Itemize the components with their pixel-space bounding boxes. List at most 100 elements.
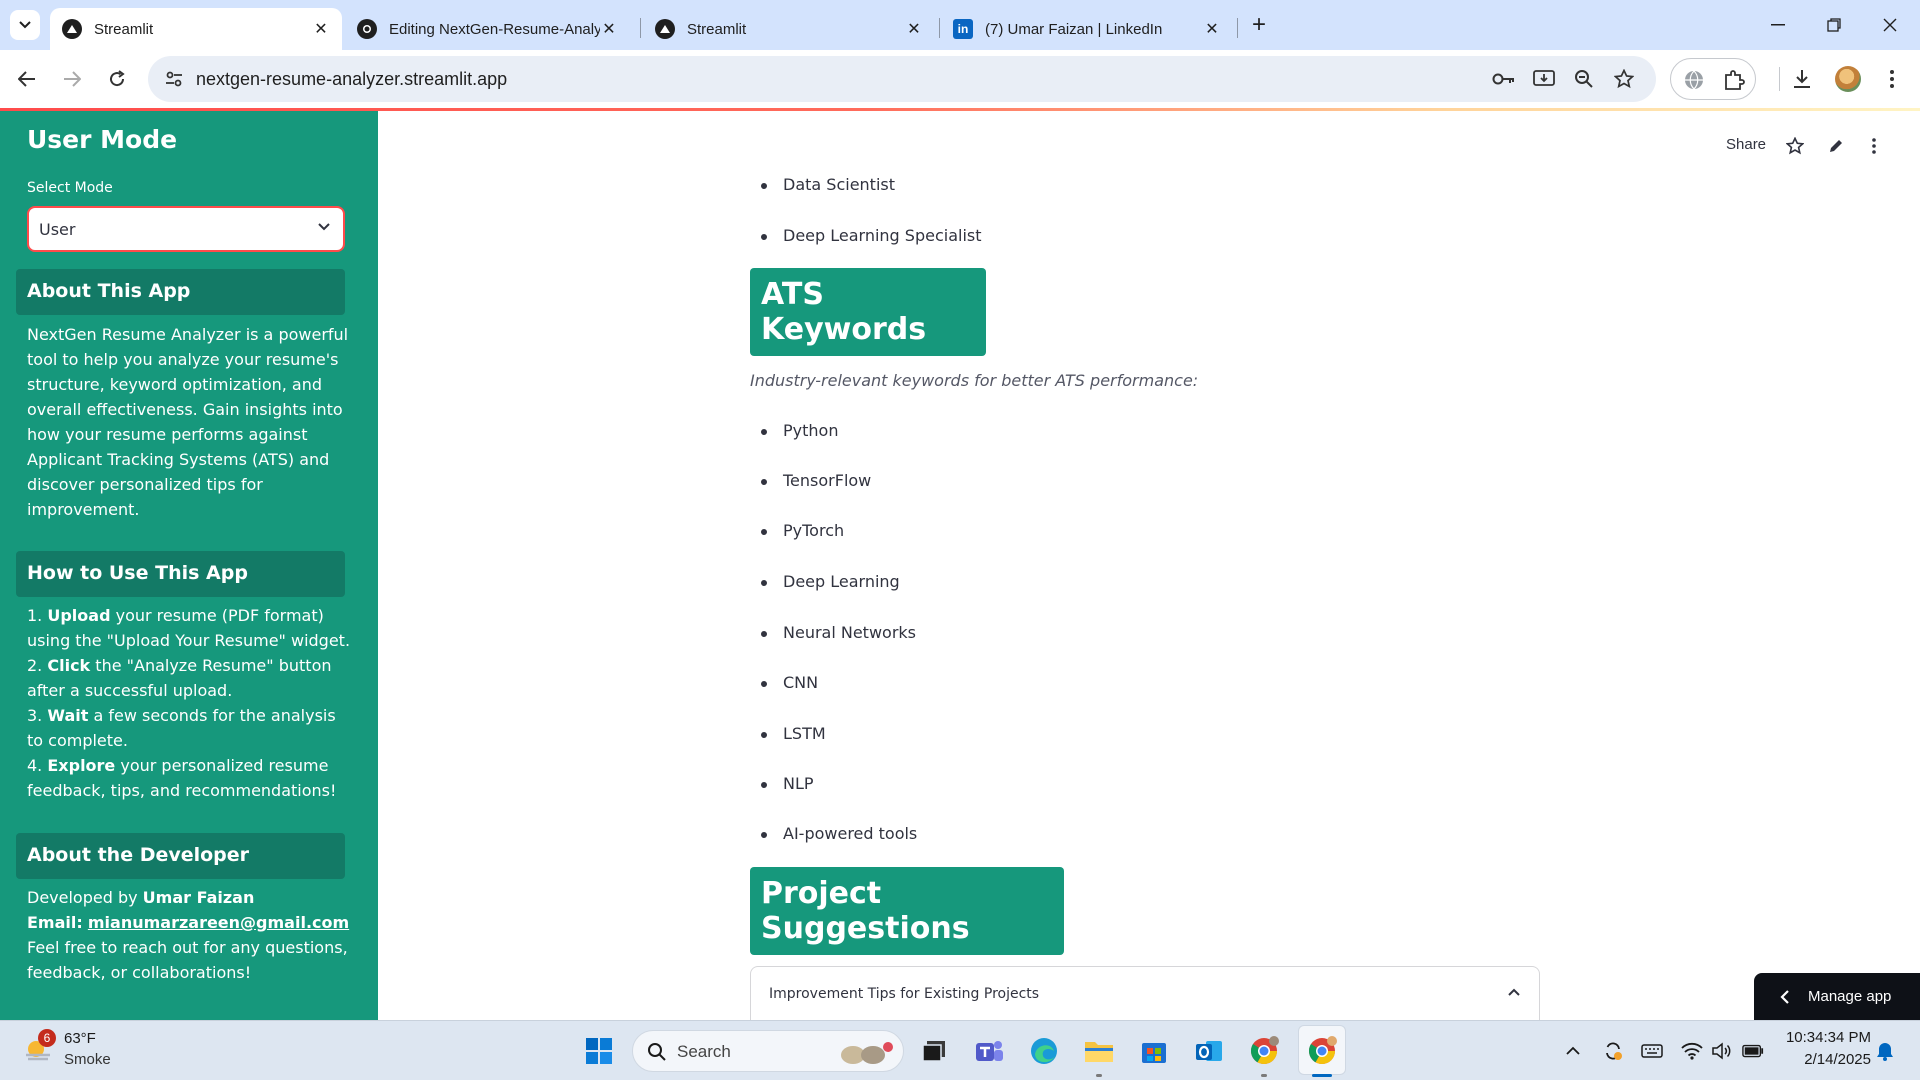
weather-temperature: 63°F [64,1030,96,1047]
how-to-use-heading: How to Use This App [16,551,345,597]
list-item: Data Scientist [761,175,895,194]
tab-close-icon[interactable]: ✕ [312,19,330,39]
sidebar: User Mode Select Mode User About This Ap… [0,111,378,1020]
about-app-text: NextGen Resume Analyzer is a powerful to… [27,325,349,519]
app-menu-kebab-icon[interactable] [1872,138,1876,158]
clock-date[interactable]: 2/14/2025 [1783,1051,1871,1068]
tab-separator [1237,18,1238,38]
developer-note: Feel free to reach out for any questions… [27,938,348,982]
chevron-left-icon [1780,989,1789,1004]
browser-tabstrip: Streamlit ✕ Editing NextGen-Resume-Analy… [0,0,1920,50]
select-mode-label: Select Mode [27,180,113,196]
restore-icon[interactable] [1806,8,1862,42]
outlook-icon[interactable] [1193,1035,1225,1067]
linkedin-icon: in [953,19,973,39]
manage-app-button[interactable]: Manage app [1754,973,1920,1020]
step-item: 2. Click the "Analyze Resume" button aft… [27,656,332,700]
globe-extension-icon[interactable] [1681,67,1707,93]
chevron-down-icon [318,223,330,231]
tab-title: Streamlit [687,20,747,38]
minimize-icon[interactable] [1750,8,1806,42]
install-app-icon[interactable] [1532,67,1556,91]
forward-arrow-icon[interactable] [55,62,89,96]
downloads-icon[interactable] [1789,66,1815,92]
zoom-out-icon[interactable] [1572,67,1596,91]
weather-condition: Smoke [64,1051,111,1068]
github-icon [357,19,377,39]
volume-icon[interactable] [1710,1041,1732,1061]
clock-time[interactable]: 10:34:34 PM [1783,1029,1871,1046]
search-icon [648,1043,666,1061]
list-item: NLP [761,774,814,793]
wifi-icon[interactable] [1681,1041,1703,1061]
improvement-tips-expander[interactable]: Improvement Tips for Existing Projects [750,966,1540,1022]
mode-select[interactable]: User [27,206,345,252]
tab-search-button[interactable] [10,10,40,40]
tab-close-icon[interactable]: ✕ [905,19,923,39]
chevron-up-icon [1508,988,1520,996]
project-suggestions-heading: Project Suggestions [750,867,1064,955]
tab-title: Streamlit [94,20,154,38]
sync-update-icon[interactable] [1602,1041,1624,1061]
step-item: 1. Upload your resume (PDF format) using… [27,606,351,650]
tab-title: Editing NextGen-Resume-Analy [389,20,600,38]
tab-close-icon[interactable]: ✕ [1203,19,1221,39]
tab-close-icon[interactable]: ✕ [600,19,618,39]
puzzle-extensions-icon[interactable] [1721,67,1747,93]
notification-bell-icon[interactable] [1874,1041,1896,1061]
address-bar[interactable]: nextgen-resume-analyzer.streamlit.app [148,56,1656,102]
password-key-icon[interactable] [1492,67,1516,91]
tab-streamlit[interactable]: Streamlit ✕ [643,8,935,50]
url-text: nextgen-resume-analyzer.streamlit.app [196,69,508,89]
list-item: PyTorch [760,521,845,540]
email-link[interactable]: mianumarzareen@gmail.com [88,913,349,932]
search-highlight-icon [841,1042,893,1064]
email-label: Email: [27,913,83,932]
search-label: Search [677,1042,731,1061]
tab-linkedin[interactable]: in (7) Umar Faizan | LinkedIn ✕ [941,8,1233,50]
developer-name: Umar Faizan [142,888,255,907]
show-hidden-icons-chevron-up-icon[interactable] [1562,1041,1584,1061]
list-item: Deep Learning Specialist [761,226,982,245]
tab-github[interactable]: Editing NextGen-Resume-Analy ✕ [345,8,630,50]
weather-alert-badge: 6 [38,1029,56,1047]
how-to-steps: 1. Upload your resume (PDF format) using… [27,603,352,803]
streamlit-icon [62,19,82,39]
manage-app-label: Manage app [1808,988,1892,1005]
windows-taskbar: 6 63°F Smoke Search 10:34:34 PM 2/14/202… [0,1020,1920,1080]
new-tab-plus-icon[interactable]: + [1245,12,1273,40]
edit-pencil-icon[interactable] [1828,138,1844,158]
browser-menu-kebab-icon[interactable] [1879,66,1905,92]
expander-label: Improvement Tips for Existing Projects [769,986,1040,1002]
list-item: CNN [760,673,819,692]
teams-icon[interactable] [973,1035,1005,1067]
about-developer-heading: About the Developer [16,833,345,879]
ats-keywords-heading: ATS Keywords [750,268,986,356]
windows-start-icon[interactable] [583,1035,615,1067]
star-icon[interactable] [1785,136,1805,159]
reload-icon[interactable] [100,62,134,96]
developer-info: Developed by Umar Faizan Email: mianumar… [27,885,352,985]
share-button[interactable]: Share [1726,136,1766,153]
edge-browser-icon[interactable] [1028,1035,1060,1067]
close-window-icon[interactable] [1862,8,1918,42]
taskbar-search-box[interactable]: Search [632,1030,904,1072]
tab-separator [939,18,940,38]
chrome-active-profile-icon[interactable] [1306,1035,1338,1077]
list-item: AI-powered tools [760,824,918,843]
back-arrow-icon[interactable] [10,62,44,96]
file-explorer-icon[interactable] [1083,1035,1115,1077]
chrome-icon[interactable] [1248,1035,1280,1077]
profile-avatar[interactable] [1835,66,1861,92]
bookmark-star-icon[interactable] [1612,67,1636,91]
ats-subtitle: Industry-relevant keywords for better AT… [750,371,1199,390]
list-item: Deep Learning [761,572,900,591]
microsoft-store-icon[interactable] [1138,1035,1170,1067]
extensions-group [1670,58,1756,100]
task-view-icon[interactable] [918,1035,950,1067]
battery-icon[interactable] [1742,1041,1764,1061]
developer-prefix: Developed by [27,888,143,907]
site-settings-icon[interactable] [164,69,184,89]
tab-streamlit-active[interactable]: Streamlit ✕ [50,8,342,50]
keyboard-icon[interactable] [1641,1041,1663,1061]
